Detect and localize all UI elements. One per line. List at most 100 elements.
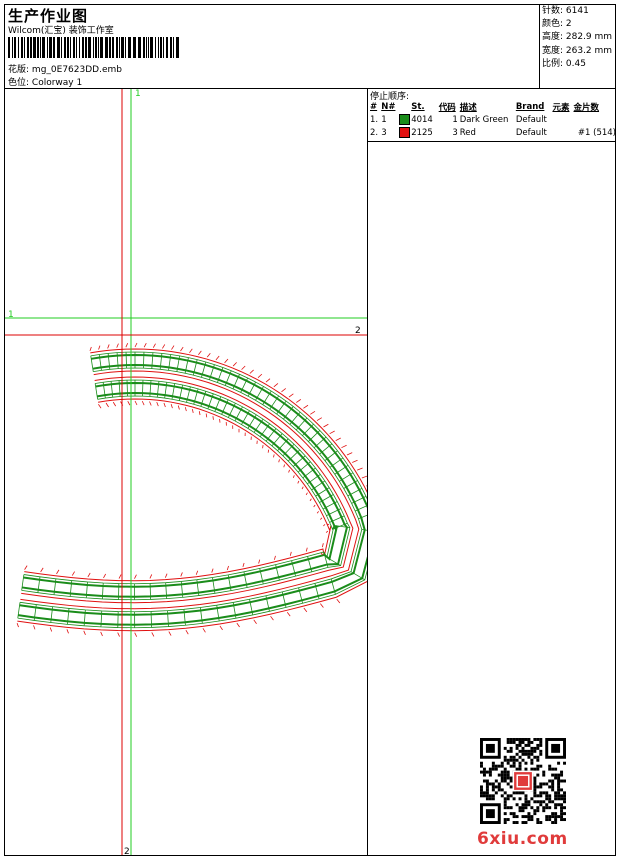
axis-label-h-green: 1 [8,310,14,320]
row-brand: Default [515,127,547,138]
edge-tick [270,615,274,621]
edge-tick [125,342,129,348]
row-element [550,126,571,139]
col-needle: N# [381,102,396,112]
edge-tick [134,632,138,637]
edge-tick [366,485,367,487]
edge-tick [49,627,53,632]
edge-tick [40,567,44,573]
row-description: Dark Green [459,114,509,125]
axis-label-h-red: 2 [355,326,361,336]
edge-tick [163,402,166,408]
stat-width: 宽度: 263.2 mm [542,45,613,56]
col-element: 元素 [552,103,570,113]
stitch-layer [16,342,367,637]
edge-tick [341,444,347,449]
edge-tick [141,400,145,406]
edge-tick [164,573,168,578]
edge-tick [297,480,300,484]
edge-tick [274,555,276,560]
company-name: Wilcom(汇宝) 装饰工作室 [8,26,114,36]
edge-tick [320,517,323,520]
edge-tick [71,571,75,576]
col-code: 代码 [438,103,456,113]
stitch-count: 2125 [411,128,433,138]
edge-tick [87,572,91,578]
edge-tick [118,574,122,579]
edge-tick [16,622,19,628]
edge-tick [66,629,69,634]
edge-tick [100,631,103,637]
edge-tick [152,343,156,348]
edge-tick [168,631,172,636]
edge-tick [33,625,36,630]
embroidery-design: 1 1 2 2 [5,89,367,855]
edge-tick [195,570,199,575]
edge-tick [202,628,206,633]
colorway-line: 色位: Colorway 1 [8,75,82,88]
edge-tick [265,378,271,383]
edge-tick [103,573,107,579]
edge-tick [323,524,326,527]
edge-tick [249,369,254,374]
stat-colors: 颜色: 2 [542,19,572,30]
edge-tick [98,345,101,350]
axis-layer: 1 1 2 2 [5,89,367,855]
col-brand: Brand [515,102,545,112]
edge-tick [191,408,194,413]
edge-tick [149,401,152,406]
edge-tick [134,342,138,348]
band-inner-red-edge-2 [24,398,332,582]
col-sequins: 金片数 [573,103,600,113]
edge-tick [232,362,237,367]
edge-tick [134,400,138,406]
edge-tick [303,404,309,409]
table-row: 2. 3 2125 3 Red Default #1 (514) [368,126,616,139]
row-stitches: 2125 [397,126,436,139]
edge-tick [258,559,261,564]
edge-tick [278,459,280,463]
edge-tick [288,469,290,473]
edge-tick [212,416,214,420]
row-brand: Default [515,114,547,125]
edge-tick [177,405,180,410]
row-element [550,113,571,126]
edge-tick [185,629,189,635]
table-row: 1. 1 4014 1 Dark Green Default [368,113,616,126]
colorway-label: 色位: [8,78,30,88]
edge-tick [316,511,319,514]
edge-tick [313,504,316,508]
row-needle: 1 [381,114,387,125]
watermark: 6xiu.com [477,829,568,849]
edge-tick [180,572,183,577]
edge-tick [112,401,117,407]
edge-tick [215,355,220,361]
edge-tick [156,401,159,407]
col-stitches: St. [411,102,425,112]
edge-tick [325,530,329,533]
edge-tick [117,632,120,637]
edge-tick [98,404,102,409]
edge-tick [107,344,110,349]
stat-height: 高度: 282.9 mm [542,32,613,43]
edge-tick [134,574,137,579]
edge-tick [198,350,202,356]
row-needle: 3 [381,127,387,138]
edge-tick [241,365,246,370]
edge-tick [56,569,60,575]
col-index: # [370,102,378,112]
edge-tick [105,402,109,408]
edge-tick [336,598,341,604]
edge-tick [309,498,312,502]
edge-tick [292,475,295,479]
pattern-line: 花版: mg_0E7623DD.emb [8,62,122,75]
edge-tick [206,353,211,358]
stop-table-underline [368,141,616,142]
edge-tick [335,437,341,441]
edge-tick [189,348,193,353]
edge-tick [89,346,92,352]
edge-tick [24,565,28,570]
edge-tick [288,393,294,398]
edge-tick [211,568,214,573]
stats-divider [539,4,540,88]
